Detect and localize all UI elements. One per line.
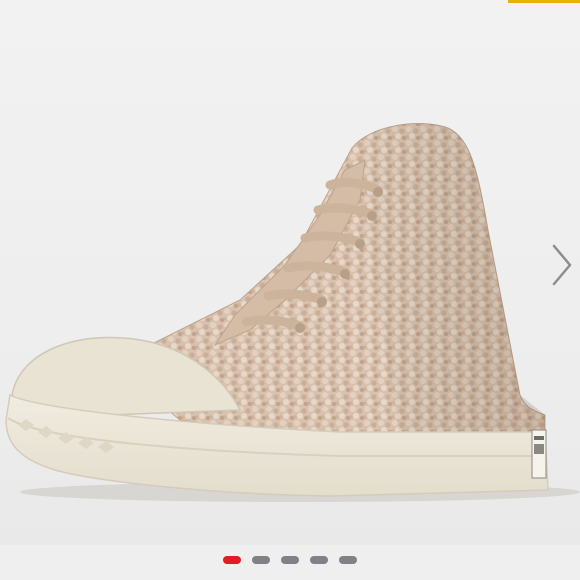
- carousel-dot[interactable]: [252, 556, 270, 564]
- carousel-dot[interactable]: [223, 556, 241, 564]
- chevron-right-icon: [552, 244, 572, 286]
- carousel-indicators: [0, 556, 580, 568]
- carousel-dot[interactable]: [310, 556, 328, 564]
- product-image: [0, 0, 580, 545]
- carousel-dot[interactable]: [339, 556, 357, 564]
- sneaker-illustration: [5, 123, 580, 502]
- next-image-button[interactable]: [544, 240, 580, 290]
- carousel-dot[interactable]: [281, 556, 299, 564]
